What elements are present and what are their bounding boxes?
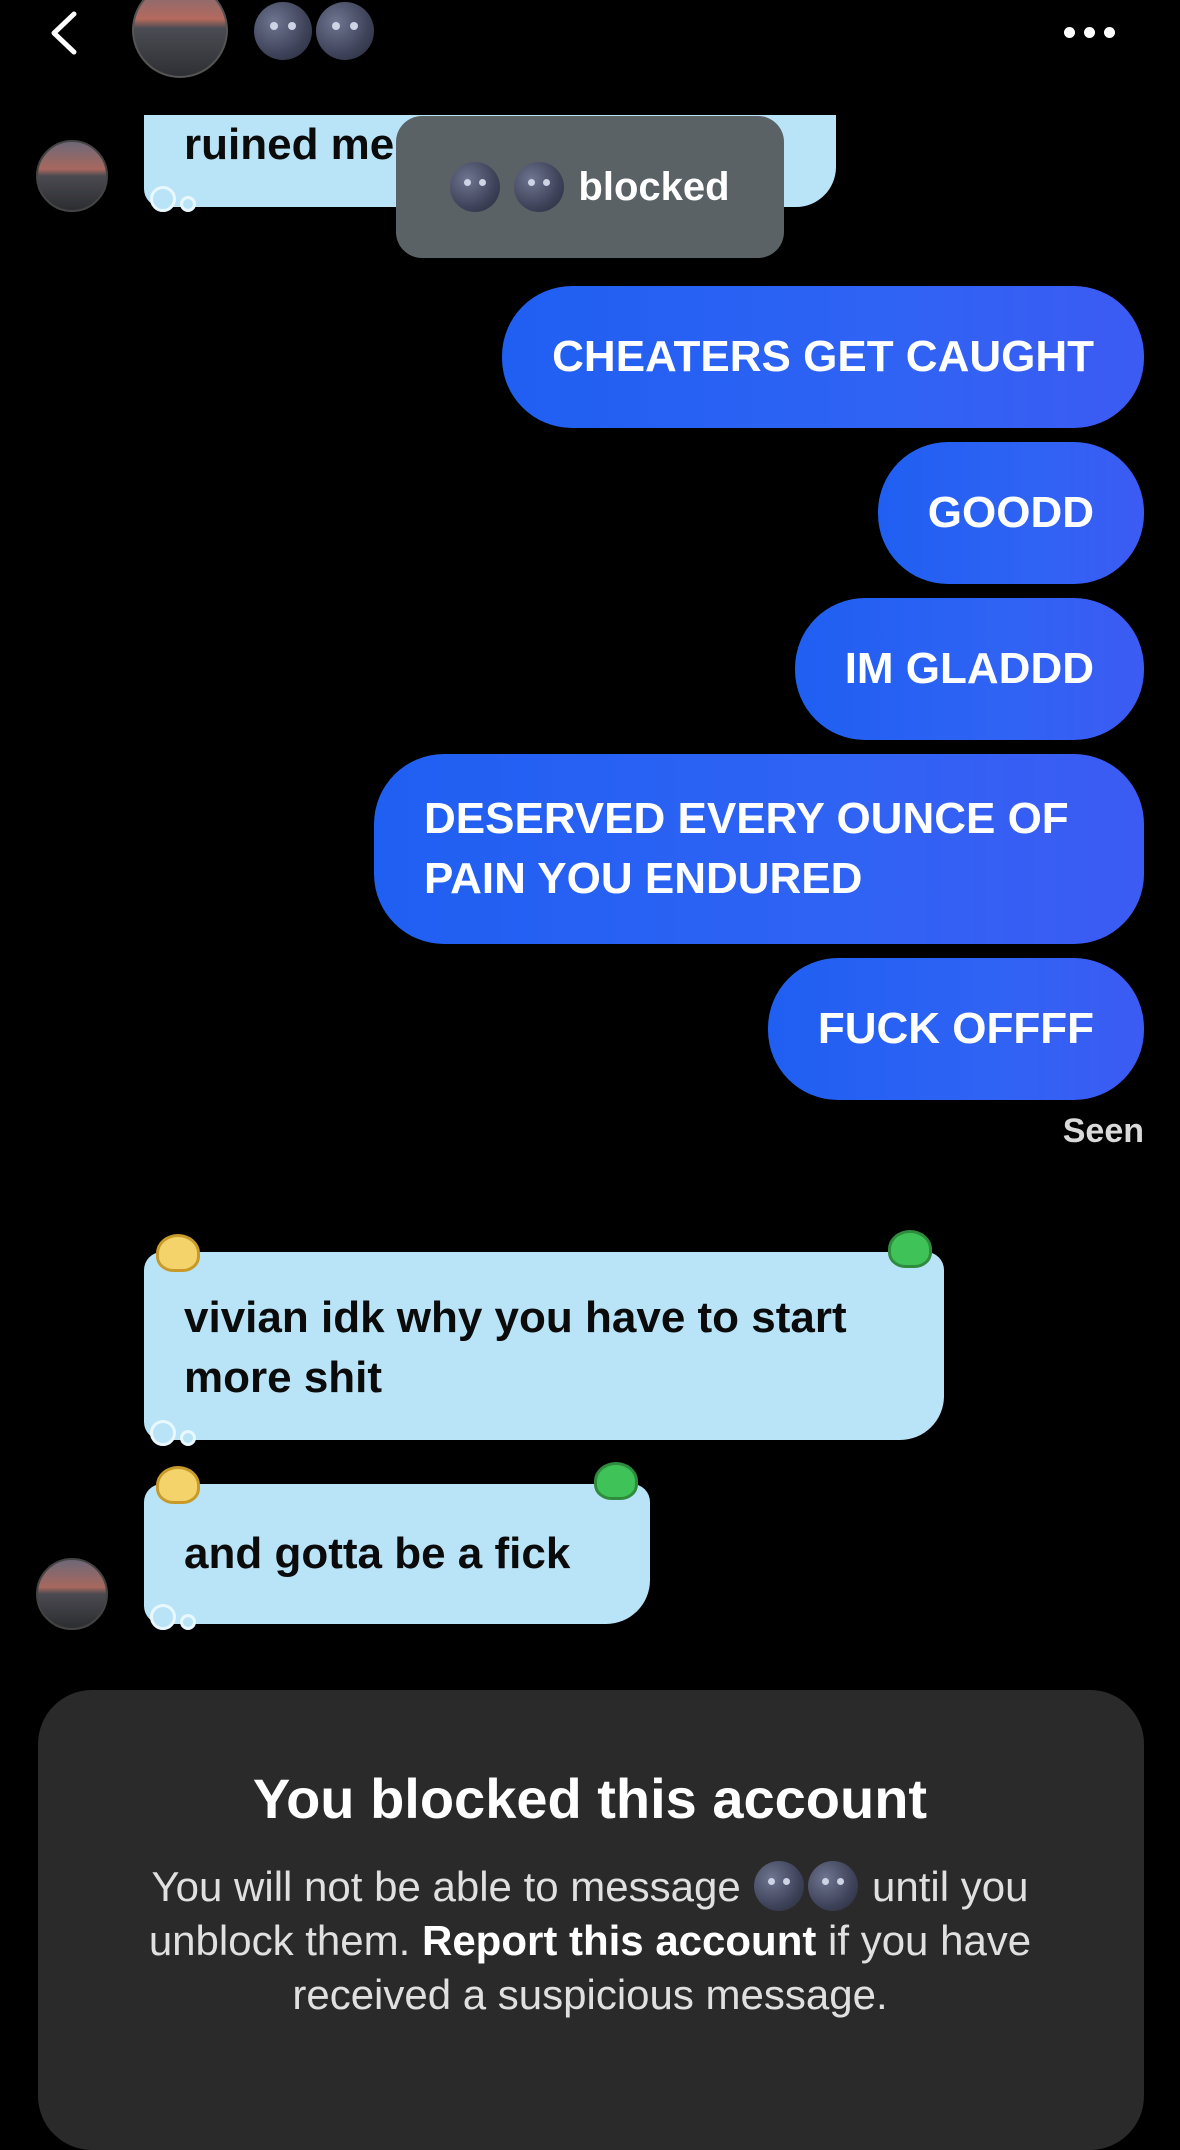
frog-sticker-icon [888,1230,932,1268]
new-moon-face-icon [754,1861,805,1911]
message-bubble-outgoing[interactable]: CHEATERS GET CAUGHT [502,286,1144,428]
more-options-icon[interactable] [1064,18,1124,46]
message-text: IM GLADDD [844,644,1094,693]
duck-sticker-icon [156,1466,200,1504]
message-text: DESERVED EVERY OUNCE OF PAIN YOU ENDURED [424,794,1069,903]
blocked-title: You blocked this account [252,1767,928,1830]
message-text: vivian idk why you have to start more sh… [184,1293,847,1402]
message-text: ruined me [184,120,395,169]
message-bubble-incoming[interactable]: and gotta be a fick [144,1484,650,1624]
contact-avatar[interactable] [132,0,228,78]
blocked-body-text: You will not be able to message [151,1863,741,1910]
message-text: and gotta be a fick [184,1529,571,1578]
message-text: CHEATERS GET CAUGHT [552,332,1094,381]
avatar[interactable] [36,1558,108,1630]
avatar[interactable] [36,140,108,212]
new-moon-face-icon [450,162,501,212]
blocked-description: You will not be able to message until yo… [120,1860,1060,2022]
message-bubble-outgoing[interactable]: DESERVED EVERY OUNCE OF PAIN YOU ENDURED [374,754,1144,944]
new-moon-face-icon [254,2,312,60]
message-bubble-outgoing[interactable]: FUCK OFFFF [767,958,1144,1100]
message-bubble-outgoing[interactable]: GOODD [877,442,1144,584]
new-moon-face-icon [808,1861,859,1911]
frog-sticker-icon [594,1462,638,1500]
message-text: FUCK OFFFF [817,1004,1094,1053]
message-bubble-incoming[interactable]: vivian idk why you have to start more sh… [144,1252,944,1440]
contact-name[interactable] [254,2,374,64]
new-moon-face-icon [316,2,374,60]
seen-status: Seen [1062,1112,1144,1150]
toast-label: blocked [578,164,730,209]
back-chevron-icon[interactable] [42,8,92,58]
new-moon-face-icon [514,162,565,212]
duck-sticker-icon [156,1234,200,1272]
message-text: GOODD [927,488,1094,537]
report-account-link[interactable]: Report this account [422,1917,816,1964]
message-bubble-outgoing[interactable]: IM GLADDD [794,598,1144,740]
blocked-toast: blocked [396,116,784,258]
